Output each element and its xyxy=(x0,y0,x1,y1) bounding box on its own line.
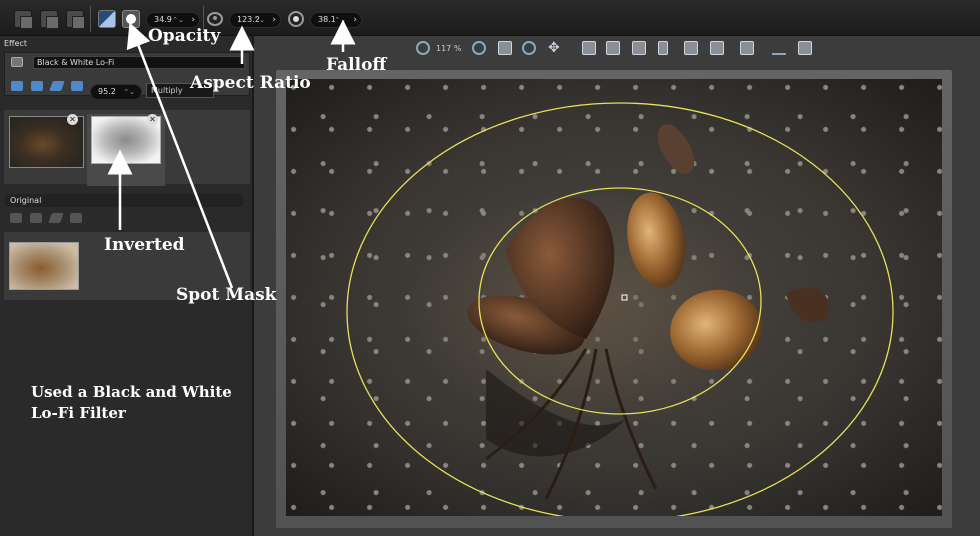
original-bar[interactable]: Original xyxy=(4,194,244,207)
spinner-arrows-icon[interactable]: ⌃⌄ xyxy=(253,13,265,27)
effect-menu-icon[interactable] xyxy=(11,57,23,67)
brush-icon[interactable] xyxy=(49,81,65,91)
monitor-icon[interactable] xyxy=(31,81,43,91)
filter-note-line2: Lo-Fi Filter xyxy=(31,404,126,422)
filter-note: Used a Black and White Lo-Fi Filter xyxy=(31,382,251,424)
layer-icon[interactable] xyxy=(14,10,33,29)
monitor-icon[interactable] xyxy=(30,213,42,223)
gradient-mask-icon[interactable] xyxy=(98,10,116,28)
aspect-ratio-spinner[interactable]: 123.2 ⌃⌄ › xyxy=(229,12,281,28)
effect-layer-row: ✕ ✕ xyxy=(4,110,250,186)
layer-opacity-value: 95.2 xyxy=(98,87,116,96)
bulb-right xyxy=(670,289,762,371)
inverted-annotation: Inverted xyxy=(104,235,185,255)
close-icon[interactable]: ✕ xyxy=(147,114,158,125)
compare-view-icon[interactable] xyxy=(606,41,620,55)
chevron-right-icon[interactable]: › xyxy=(272,13,276,27)
crop-icon[interactable] xyxy=(740,41,754,55)
mask-icon[interactable] xyxy=(10,213,22,223)
frame-icon[interactable] xyxy=(71,81,83,91)
opacity-value: 34.9 xyxy=(154,15,172,24)
eye-icon[interactable] xyxy=(207,12,223,26)
layer-opacity-spinner[interactable]: 95.2 ⌃⌄ xyxy=(90,84,142,100)
panel-title: Effect xyxy=(4,39,28,48)
leaf-right xyxy=(786,288,829,323)
split-view-icon[interactable] xyxy=(582,41,596,55)
brush-icon[interactable] xyxy=(48,213,64,223)
original-thumbnail[interactable] xyxy=(9,242,79,290)
frame-icon[interactable] xyxy=(70,213,82,223)
fit-icon[interactable] xyxy=(498,41,512,55)
zoom-level: 117 % xyxy=(436,44,462,53)
zoom-in-icon[interactable] xyxy=(416,41,430,55)
falloff-spinner[interactable]: 38.1 ⌃⌄ › xyxy=(310,12,362,28)
spot-mask-annotation: Spot Mask xyxy=(176,285,277,305)
histogram-icon[interactable] xyxy=(772,41,786,55)
image-canvas[interactable] xyxy=(276,70,952,528)
preview-icon[interactable] xyxy=(710,41,724,55)
chevron-right-icon[interactable]: › xyxy=(353,13,357,27)
app-window: 34.9 ⌃⌄ › 123.2 ⌃⌄ › 38.1 ⌃⌄ › Effect Bl… xyxy=(0,0,980,536)
spinner-arrows-icon[interactable]: ⌃⌄ xyxy=(123,85,135,99)
photo-preview[interactable] xyxy=(286,79,942,516)
mask-center-handle[interactable] xyxy=(621,294,628,301)
single-view-icon[interactable] xyxy=(632,41,646,55)
page-icon[interactable] xyxy=(658,41,668,55)
leaf-top xyxy=(657,124,695,174)
info-icon[interactable] xyxy=(798,41,812,55)
spinner-arrows-icon[interactable]: ⌃⌄ xyxy=(334,13,346,27)
bulb-top xyxy=(627,192,685,288)
aspect-ratio-annotation: Aspect Ratio xyxy=(190,73,311,93)
falloff-annotation: Falloff xyxy=(326,55,387,75)
pan-icon[interactable]: ✥ xyxy=(548,41,562,55)
mask-icon[interactable] xyxy=(11,81,23,91)
spot-mask-icon[interactable] xyxy=(122,10,140,28)
opacity-annotation: Opacity xyxy=(148,26,221,46)
effect-name-field[interactable]: Black & White Lo-Fi xyxy=(33,56,245,69)
camera-icon[interactable] xyxy=(684,41,698,55)
feather-target-icon[interactable] xyxy=(288,11,304,27)
photo-subject xyxy=(346,102,894,516)
toolbar-divider xyxy=(90,6,91,32)
zoom-out-icon[interactable] xyxy=(472,41,486,55)
chevron-right-icon[interactable]: › xyxy=(191,13,195,27)
layer-stack-icon[interactable] xyxy=(40,10,59,29)
search-icon[interactable] xyxy=(522,41,536,55)
close-icon[interactable]: ✕ xyxy=(67,114,78,125)
filter-note-line1: Used a Black and White xyxy=(31,383,232,401)
spinner-arrows-icon[interactable]: ⌃⌄ xyxy=(172,13,184,27)
top-toolbar: 34.9 ⌃⌄ › 123.2 ⌃⌄ › 38.1 ⌃⌄ › xyxy=(0,0,980,36)
layer-merge-icon[interactable] xyxy=(66,10,85,29)
falloff-value: 38.1 xyxy=(318,15,336,24)
